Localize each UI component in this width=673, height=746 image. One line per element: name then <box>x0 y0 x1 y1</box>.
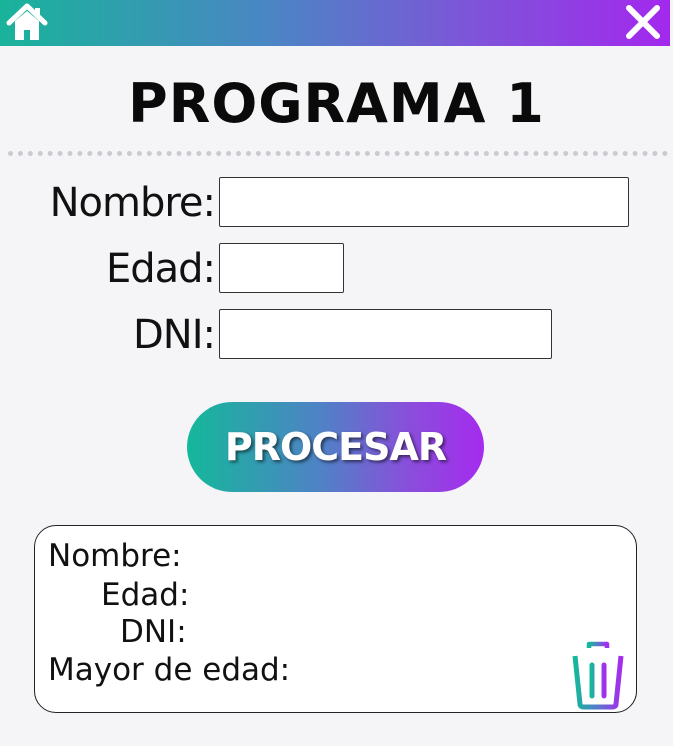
nombre-input[interactable] <box>219 177 629 227</box>
close-icon <box>626 5 660 39</box>
dni-input[interactable] <box>219 309 552 359</box>
divider <box>8 151 668 156</box>
result-nombre-label: Nombre: <box>48 538 182 574</box>
top-bar <box>0 0 670 46</box>
nombre-label: Nombre: <box>49 180 216 226</box>
home-button[interactable] <box>6 3 48 43</box>
dni-label: DNI: <box>133 312 216 358</box>
edad-label: Edad: <box>105 246 216 292</box>
home-icon <box>6 3 48 40</box>
result-mayor-label: Mayor de edad: <box>48 652 291 688</box>
trash-icon <box>566 641 630 710</box>
result-edad-label: Edad: <box>101 577 190 613</box>
close-button[interactable] <box>624 3 662 41</box>
page-title: PROGRAMA 1 <box>128 72 545 135</box>
clear-button[interactable] <box>566 640 630 710</box>
process-button[interactable]: PROCESAR <box>187 402 484 492</box>
result-dni-label: DNI: <box>120 614 187 650</box>
edad-input[interactable] <box>219 243 344 293</box>
